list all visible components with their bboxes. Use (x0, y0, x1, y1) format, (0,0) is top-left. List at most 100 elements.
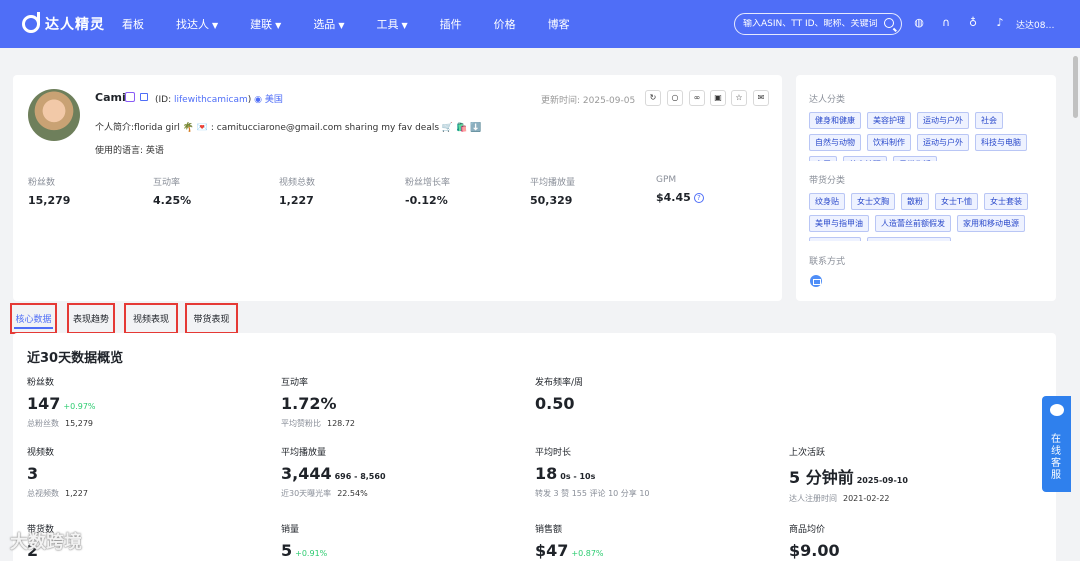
tab-core-data[interactable]: 核心数据 (10, 303, 57, 334)
nav-item-blog[interactable]: 博客 (548, 16, 570, 32)
logo-icon (22, 12, 40, 33)
category-tag[interactable]: 运动与户外 (917, 134, 969, 151)
tab-video-performance[interactable]: 视频表现 (124, 303, 178, 334)
creator-name: Cami (95, 91, 126, 104)
category-tag[interactable]: 真人发美妆前额假发 (867, 237, 951, 241)
profile-card: Cami (ID: lifewithcamicam) ◉ 美国 个人简介:flo… (13, 75, 782, 301)
online-service-button[interactable]: 在线客服 (1042, 396, 1072, 492)
stat-engagement: 互动率 4.25% (153, 178, 192, 207)
chat-bubble-icon (1050, 404, 1064, 416)
metric-post-frequency: 发布频率/周 0.50 (535, 378, 584, 413)
goods-category-tags: 纹身贴女士文胸散粉女士T-恤女士套装美甲与指甲油人造蕾丝前额假发家用和移动电源家… (809, 193, 1041, 241)
category-tag[interactable]: 运动与户外 (917, 112, 969, 129)
metric-avg-duration: 平均时长 18 0s - 10s 转发 3 赞 155 评论 10 分享 10 (535, 448, 650, 498)
search-box (734, 13, 902, 35)
overview-title: 近30天数据概览 (27, 351, 124, 366)
nav-item-tools[interactable]: 工具 ▼ (376, 16, 407, 32)
metric-revenue: 销售额 $47 +0.87% (535, 525, 604, 560)
category-tag[interactable]: 女士套装 (984, 193, 1029, 210)
tab-performance-trend[interactable]: 表现趋势 (67, 303, 115, 334)
category-tag[interactable]: 家居 (809, 156, 837, 161)
message-button[interactable]: ○ (667, 90, 683, 106)
metric-sales: 销量 5 +0.91% (281, 525, 328, 560)
category-card: 达人分类 健身和健康 美容护理 运动与户外 社会 自然与动物 饮料制作 运动与户外 科技与电脑… (796, 75, 1056, 301)
creator-category-title: 达人分类 (809, 95, 846, 105)
nav-item-pricing[interactable]: 价格 (494, 16, 516, 32)
avatar (28, 89, 80, 141)
logo-text: 达人精灵 (45, 17, 105, 33)
category-tag[interactable]: 女士文胸 (851, 193, 895, 210)
refresh-icon: ↻ (649, 93, 657, 102)
top-nav: 达人精灵 看板 找达人▼ 建联▼ 选品▼ 工具▼ 插件 价格 博客 ◍ ∩ ♁ … (0, 0, 1080, 48)
nav-item-dashboard[interactable]: 看板 (122, 16, 144, 32)
chevron-down-icon: ▼ (275, 21, 282, 30)
email-icon[interactable] (810, 275, 822, 287)
favorite-button[interactable]: ☆ (731, 90, 747, 106)
tab-sales-performance[interactable]: 带货表现 (185, 303, 238, 334)
stat-follower-growth: 粉丝增长率 -0.12% (405, 178, 451, 207)
online-service-label: 在线客服 (1051, 434, 1061, 481)
nav-item-find-creators[interactable]: 找达人 ▼ (176, 16, 218, 32)
category-tag[interactable]: 纹身贴 (809, 193, 845, 210)
scrollbar[interactable] (1071, 48, 1080, 561)
logo[interactable]: 达人精灵 (22, 12, 122, 34)
screenshot-button[interactable]: ▣ (710, 90, 726, 106)
category-tag[interactable]: 女士T-恤 (935, 193, 979, 210)
chat-icon: ○ (671, 93, 679, 102)
scrollbar-thumb[interactable] (1073, 56, 1078, 118)
metric-avg-price: 商品均价 $9.00 (789, 525, 840, 560)
category-tag[interactable]: 美容护理 (867, 112, 911, 129)
chevron-down-icon: ▼ (212, 21, 219, 30)
creator-category-tags: 健身和健康美容护理运动与户外社会自然与动物饮料制作运动与户外科技与电脑家居美容护… (809, 112, 1041, 161)
email-button[interactable]: ✉ (753, 90, 769, 106)
metric-fans: 粉丝数 147 +0.97% 总粉丝数 15,279 (27, 378, 96, 428)
category-tag[interactable]: 社会 (975, 112, 1003, 129)
category-tag[interactable]: 科技与电脑 (975, 134, 1027, 151)
category-tag[interactable]: 自然与动物 (809, 134, 861, 151)
nav-item-products[interactable]: 选品 ▼ (313, 16, 344, 32)
bell-icon[interactable]: ♪ (994, 17, 1006, 29)
updated-time: 更新时间: 2025-09-05 (541, 96, 636, 106)
category-tag[interactable]: 饮料制作 (867, 134, 911, 151)
link-button[interactable]: ∞ (689, 90, 705, 106)
metric-engagement: 互动率 1.72% 平均赞粉比 128.72 (281, 378, 355, 428)
category-tag[interactable]: 人造蕾丝前额假发 (875, 215, 951, 232)
chevron-down-icon: ▼ (401, 21, 408, 30)
headset-icon[interactable]: ∩ (940, 17, 952, 29)
search-icon[interactable] (884, 18, 894, 28)
metric-last-active: 上次活跃 5 分钟前 2025-09-10 达人注册时间 2021-02-22 (789, 448, 908, 503)
creator-id-link[interactable]: lifewithcamicam (174, 95, 248, 105)
metric-videos: 视频数 3 总视频数 1,227 (27, 448, 88, 498)
category-tag[interactable]: 日常生活 (893, 156, 937, 161)
globe-icon[interactable]: ◍ (913, 17, 925, 29)
watermark: 大数跨境 (10, 532, 82, 553)
category-tag[interactable]: 美容护理 (843, 156, 887, 161)
category-tag[interactable]: 家用和移动电源 (957, 215, 1025, 232)
creator-id: (ID: lifewithcamicam) ◉ 美国 (155, 95, 283, 105)
nav-item-outreach[interactable]: 建联 ▼ (250, 16, 281, 32)
chevron-down-icon: ▼ (338, 21, 345, 30)
metric-avg-views: 平均播放量 3,444 696 - 8,560 近30天曝光率 22.54% (281, 448, 386, 498)
mail-icon: ✉ (757, 93, 765, 102)
search-input[interactable] (743, 19, 879, 29)
category-tag[interactable]: 散粉 (901, 193, 929, 210)
link-icon: ∞ (693, 93, 701, 102)
category-tag[interactable]: 健身和健康 (809, 112, 861, 129)
category-tag[interactable]: 家居清洁剂 (809, 237, 861, 241)
user-menu[interactable]: 达达08… (1016, 18, 1054, 31)
help-icon[interactable]: ? (693, 193, 704, 203)
overview-card: 近30天数据概览 粉丝数 147 +0.97% 总粉丝数 15,279 互动率 1.… (13, 333, 1056, 561)
stat-avg-views: 平均播放量 50,329 (530, 178, 576, 207)
location-icon: ◉ (254, 95, 263, 105)
copy-icon[interactable] (140, 93, 148, 101)
lightbulb-icon[interactable]: ♁ (967, 17, 979, 29)
stat-total-videos: 视频总数 1,227 (279, 178, 316, 207)
verified-icon (125, 92, 135, 102)
creator-language: 使用的语言: 英语 (95, 146, 164, 156)
star-icon: ☆ (735, 93, 743, 102)
nav-item-plugin[interactable]: 插件 (440, 16, 462, 32)
creator-bio: 个人简介:florida girl 🌴 💌 : camitucciarone@g… (95, 123, 482, 133)
stat-gpm: GPM $4.45? (656, 175, 704, 204)
refresh-button[interactable]: ↻ (645, 90, 661, 106)
category-tag[interactable]: 美甲与指甲油 (809, 215, 869, 232)
